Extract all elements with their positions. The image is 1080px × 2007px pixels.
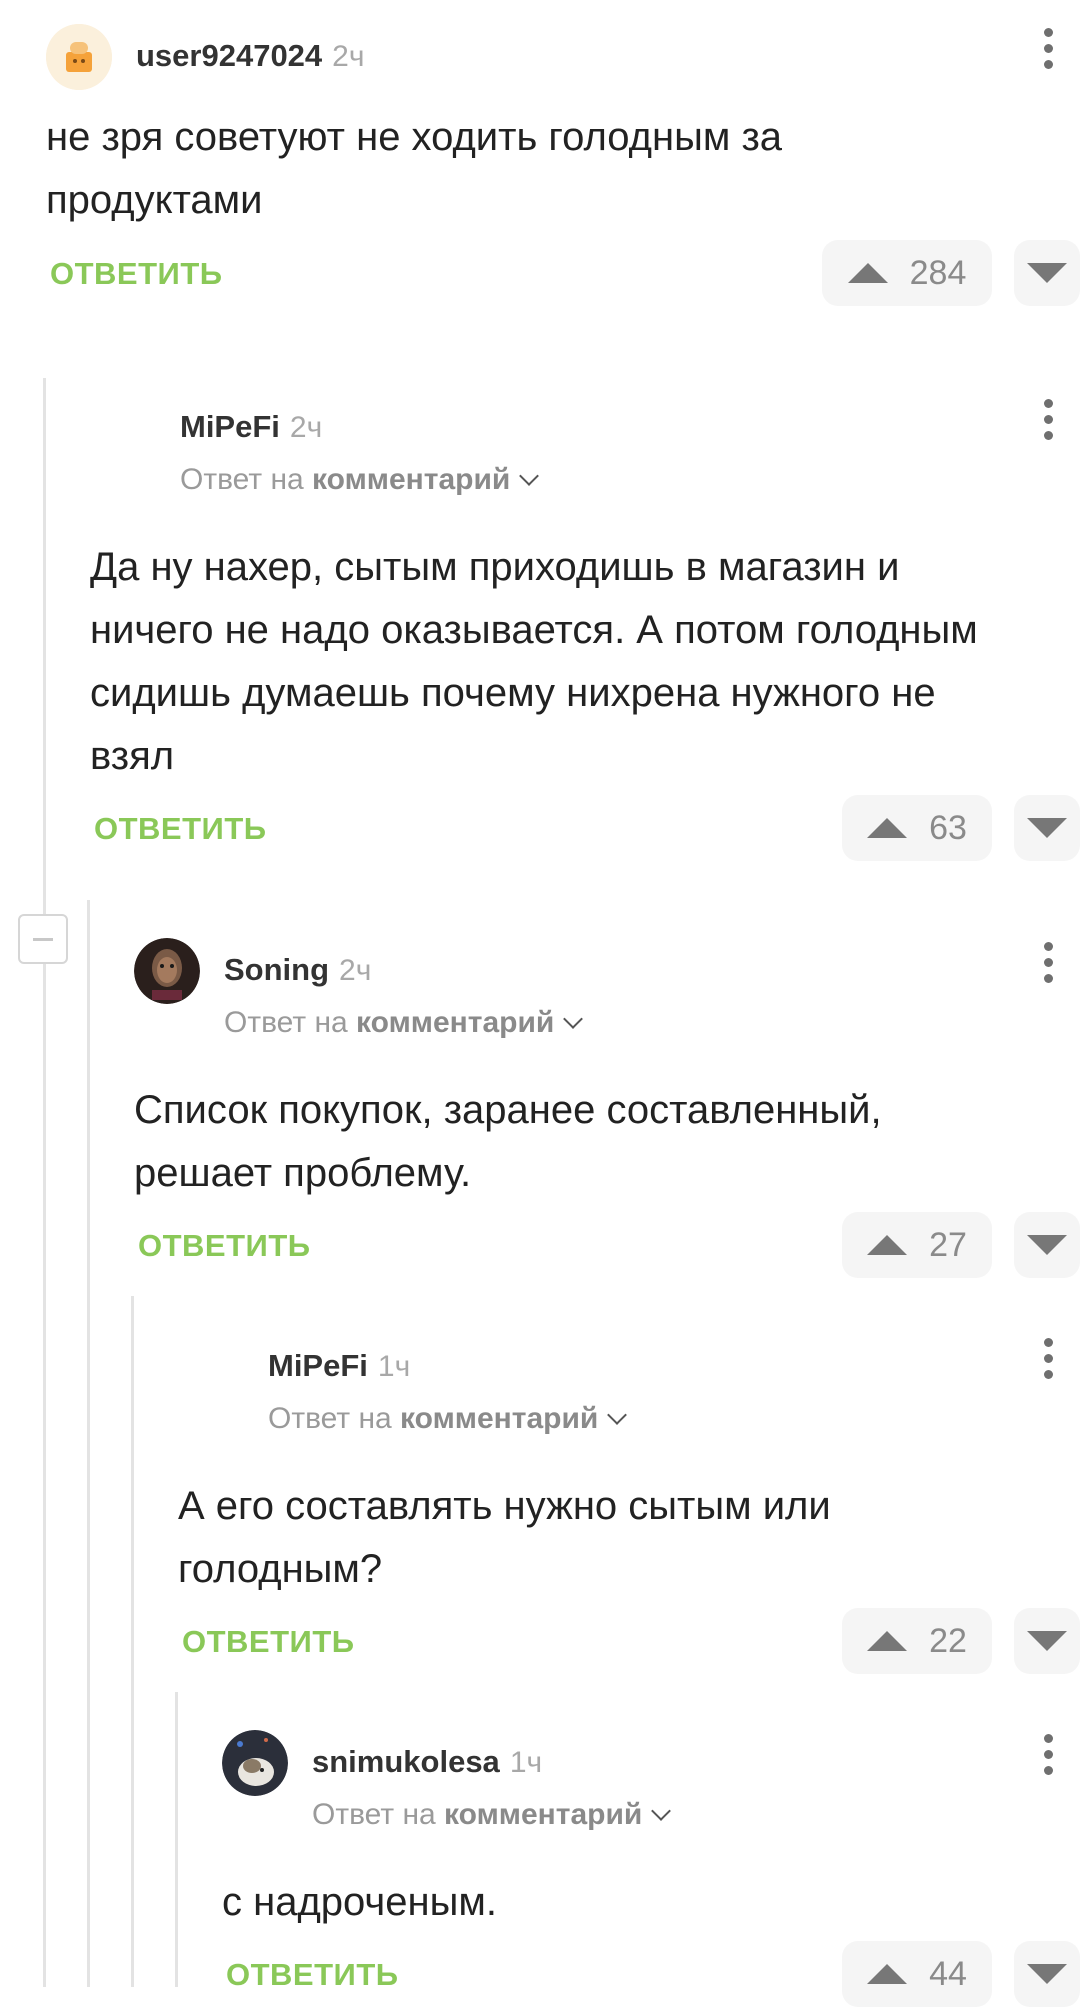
thread-line-level-4 [175,1692,178,1987]
author-name[interactable]: snimukolesa [312,1744,500,1779]
thread-line-level-3 [131,1296,134,1987]
upvote-icon [867,818,908,838]
author-name[interactable]: MiPeFi [268,1348,368,1383]
chevron-down-icon [651,1801,672,1821]
downvote-icon [1027,1964,1067,1984]
reply-target: комментарий [356,1006,555,1039]
downvote-button[interactable] [1014,795,1080,861]
comment: Soning 2ч Ответ на комментарий Список пок… [134,938,1080,1278]
upvote-button[interactable]: 22 [842,1608,992,1674]
reply-prefix: Ответ на [312,1798,436,1831]
reply-to-link[interactable]: Ответ на комментарий [268,1402,628,1436]
avatar[interactable] [46,24,112,90]
comment-text: с надроченым. [222,1880,497,1924]
comment-time: 2ч [289,411,323,444]
upvote-button[interactable]: 63 [842,795,992,861]
author-name[interactable]: MiPeFi [180,409,280,444]
reply-to-link[interactable]: Ответ на комментарий [180,463,540,497]
upvote-button[interactable]: 27 [842,1212,992,1278]
more-vert-icon[interactable] [1044,1734,1054,1780]
downvote-button[interactable] [1014,1608,1080,1674]
reply-prefix: Ответ на [224,1006,348,1039]
more-vert-icon[interactable] [1044,28,1054,74]
comment-text: Да ну нахер, сытым приходишь в магазин и… [90,545,978,778]
more-vert-icon[interactable] [1044,1338,1054,1384]
downvote-icon [1027,1235,1067,1255]
comment-text: не зря советуют не ходить голодным за пр… [46,115,783,222]
comment-header: MiPeFi 2ч Ответ на комментарий [90,395,1080,496]
downvote-button[interactable] [1014,1941,1080,2007]
comment-header: MiPeFi 1ч Ответ на комментарий [178,1334,1080,1435]
comment-time: 2ч [339,954,372,987]
comment-text: А его составлять нужно сытым или голодны… [178,1484,831,1591]
comment: MiPeFi 2ч Ответ на комментарий Да ну нахе… [90,395,1080,861]
reply-prefix: Ответ на [268,1402,392,1435]
author-name[interactable]: user9247024 [136,38,322,73]
author-name[interactable]: Soning [224,952,329,987]
upvote-icon [867,1964,908,1984]
reply-button[interactable]: ОТВЕТИТЬ [94,811,267,847]
downvote-button[interactable] [1014,1212,1080,1278]
downvote-button[interactable] [1014,240,1080,306]
comment-text: Список покупок, заранее составленный, ре… [134,1088,882,1195]
more-vert-icon[interactable] [1044,942,1054,988]
reply-to-link[interactable]: Ответ на комментарий [312,1798,672,1832]
avatar[interactable] [134,938,200,1004]
comment-header: snimukolesa 1ч Ответ на комментарий [222,1730,1080,1831]
rating-count: 22 [929,1621,967,1660]
reply-to-link[interactable]: Ответ на комментарий [224,1006,584,1040]
reply-prefix: Ответ на [180,463,304,496]
chevron-down-icon [563,1009,584,1029]
thread-line-level-1 [43,378,46,1987]
comment-time: 1ч [377,1350,411,1383]
comment: snimukolesa 1ч Ответ на комментарий с над… [222,1730,1080,2007]
collapse-thread-icon[interactable] [18,914,68,964]
reply-button[interactable]: ОТВЕТИТЬ [138,1228,311,1264]
avatar[interactable] [222,1730,288,1796]
chevron-down-icon [607,1405,628,1425]
comment-header: user9247024 2ч [46,24,1080,90]
upvote-icon [867,1235,908,1255]
comment: MiPeFi 1ч Ответ на комментарий А его сост… [178,1334,1080,1674]
upvote-button[interactable]: 44 [842,1941,992,2007]
downvote-icon [1027,263,1067,283]
reply-button[interactable]: ОТВЕТИТЬ [50,256,223,292]
reply-button[interactable]: ОТВЕТИТЬ [226,1957,399,1993]
upvote-icon [847,263,888,283]
comment-time: 1ч [509,1746,543,1779]
downvote-icon [1027,1631,1067,1651]
comment-header: Soning 2ч Ответ на комментарий [134,938,1080,1039]
rating-count: 63 [929,808,967,847]
upvote-button[interactable]: 284 [822,240,992,306]
upvote-icon [867,1631,908,1651]
reply-target: комментарий [312,463,511,496]
thread-line-level-2 [87,900,90,1987]
reply-button[interactable]: ОТВЕТИТЬ [182,1624,355,1660]
rating-count: 27 [929,1225,967,1264]
reply-target: комментарий [400,1402,599,1435]
more-vert-icon[interactable] [1044,399,1054,445]
chevron-down-icon [519,466,540,486]
downvote-icon [1027,818,1067,838]
comment: user9247024 2ч не зря советуют не ходить … [46,24,1080,306]
rating-count: 284 [909,253,967,292]
comment-time: 2ч [332,40,365,73]
reply-target: комментарий [444,1798,643,1831]
rating-count: 44 [929,1954,967,1993]
